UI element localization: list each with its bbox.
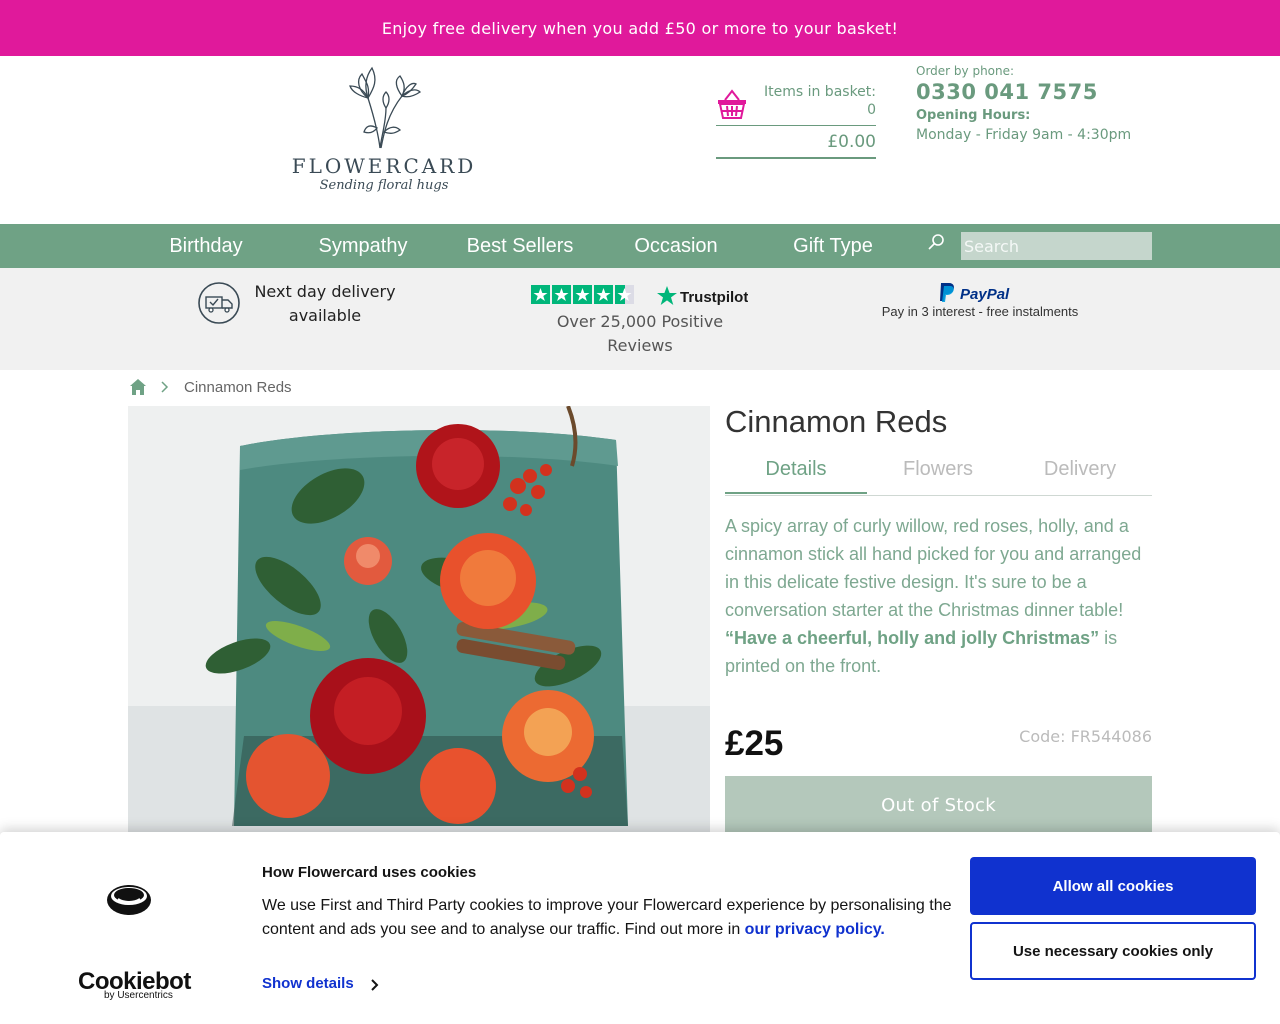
basket-label: Items in basket: [763,84,876,100]
basket-summary[interactable]: Items in basket: 0 £0.00 [716,80,876,159]
contact-info: Order by phone: 0330 041 7575 Opening Ho… [916,64,1176,143]
cookie-title: How Flowercard uses cookies [262,864,477,881]
tab-details[interactable]: Details [725,458,867,494]
paypal-logo[interactable]: PayPal [938,282,1018,304]
out-of-stock-button[interactable]: Out of Stock [725,776,1152,834]
chevron-right-icon[interactable] [370,978,380,992]
product-price: £25 [725,724,784,763]
divider [716,125,876,126]
main-nav: Birthday Sympathy Best Sellers Occasion … [0,224,1280,268]
show-details-link[interactable]: Show details [262,975,354,992]
opening-hours-label: Opening Hours: [916,108,1031,123]
basket-count: 0 [867,102,876,118]
reviews-text: Over 25,000 Positive Reviews [556,312,724,355]
allow-all-cookies-button[interactable]: Allow all cookies [970,857,1256,915]
paypal-icon: PayPal [940,283,1010,303]
nav-item-birthday[interactable]: Birthday [146,224,266,268]
product-image[interactable] [128,406,710,836]
opening-hours: Monday - Friday 9am - 4:30pm [916,127,1132,143]
home-icon[interactable] [129,378,147,396]
divider [716,157,876,159]
nav-item-sympathy[interactable]: Sympathy [303,224,423,268]
description-quote: “Have a cheerful, holly and jolly Christ… [725,628,1100,648]
product-tabs: Details Flowers Delivery [725,452,1152,496]
cookie-banner: Cookiebot by Usercentrics How Flowercard… [0,832,1280,1024]
cookiebot-brand-sub: by Usercentrics [104,990,173,1001]
brand-name: FLOWERCARD [291,154,477,178]
nav-item-gift-type[interactable]: Gift Type [773,224,893,268]
trustpilot-logo[interactable]: Trustpilot [656,285,748,307]
product-code: Code: FR544086 [1019,727,1152,746]
basket-total: £0.00 [827,132,876,152]
next-day-delivery-text: Next day delivery available [254,282,396,325]
privacy-policy-link[interactable]: our privacy policy. [745,921,885,938]
brand-tagline: Sending floral hugs [319,178,449,193]
trustpilot-star-icon: Trustpilot [657,286,748,306]
description-text: A spicy array of curly willow, red roses… [725,516,1142,620]
product-description: A spicy array of curly willow, red roses… [725,512,1152,680]
brand-logo[interactable]: FLOWERCARD Sending floral hugs [284,62,484,212]
usp-bar: Next day delivery available Trustpilot O… [0,268,1280,370]
trustpilot-brand: Trustpilot [680,289,748,306]
necessary-cookies-button[interactable]: Use necessary cookies only [970,922,1256,980]
promo-text: Enjoy free delivery when you add £50 or … [381,18,899,38]
breadcrumb-current: Cinnamon Reds [184,379,292,396]
trustpilot-stars-icon [531,285,634,304]
nav-item-occasion[interactable]: Occasion [616,224,736,268]
site-header: FLOWERCARD Sending floral hugs Items in … [0,56,1280,224]
paypal-brand: PayPal [960,286,1010,303]
product-title: Cinnamon Reds [725,404,948,439]
delivery-truck-icon [198,282,240,324]
nav-item-best-sellers[interactable]: Best Sellers [455,224,585,268]
tab-flowers[interactable]: Flowers [867,458,1009,494]
product-photo [128,406,710,836]
paypal-instalments-text: Pay in 3 interest - free instalments [881,304,1079,319]
cookiebot-icon [107,885,151,915]
cookie-text: We use First and Third Party cookies to … [262,894,952,942]
phone-number[interactable]: 0330 041 7575 [916,80,1176,104]
promo-banner: Enjoy free delivery when you add £50 or … [0,0,1280,56]
order-phone-label: Order by phone: [916,64,1015,78]
search-input[interactable] [961,232,1152,260]
basket-icon [718,89,746,119]
tab-delivery[interactable]: Delivery [1009,458,1151,494]
search-icon[interactable] [926,232,946,252]
flower-logo-icon [349,66,422,149]
chevron-right-icon [161,381,169,393]
